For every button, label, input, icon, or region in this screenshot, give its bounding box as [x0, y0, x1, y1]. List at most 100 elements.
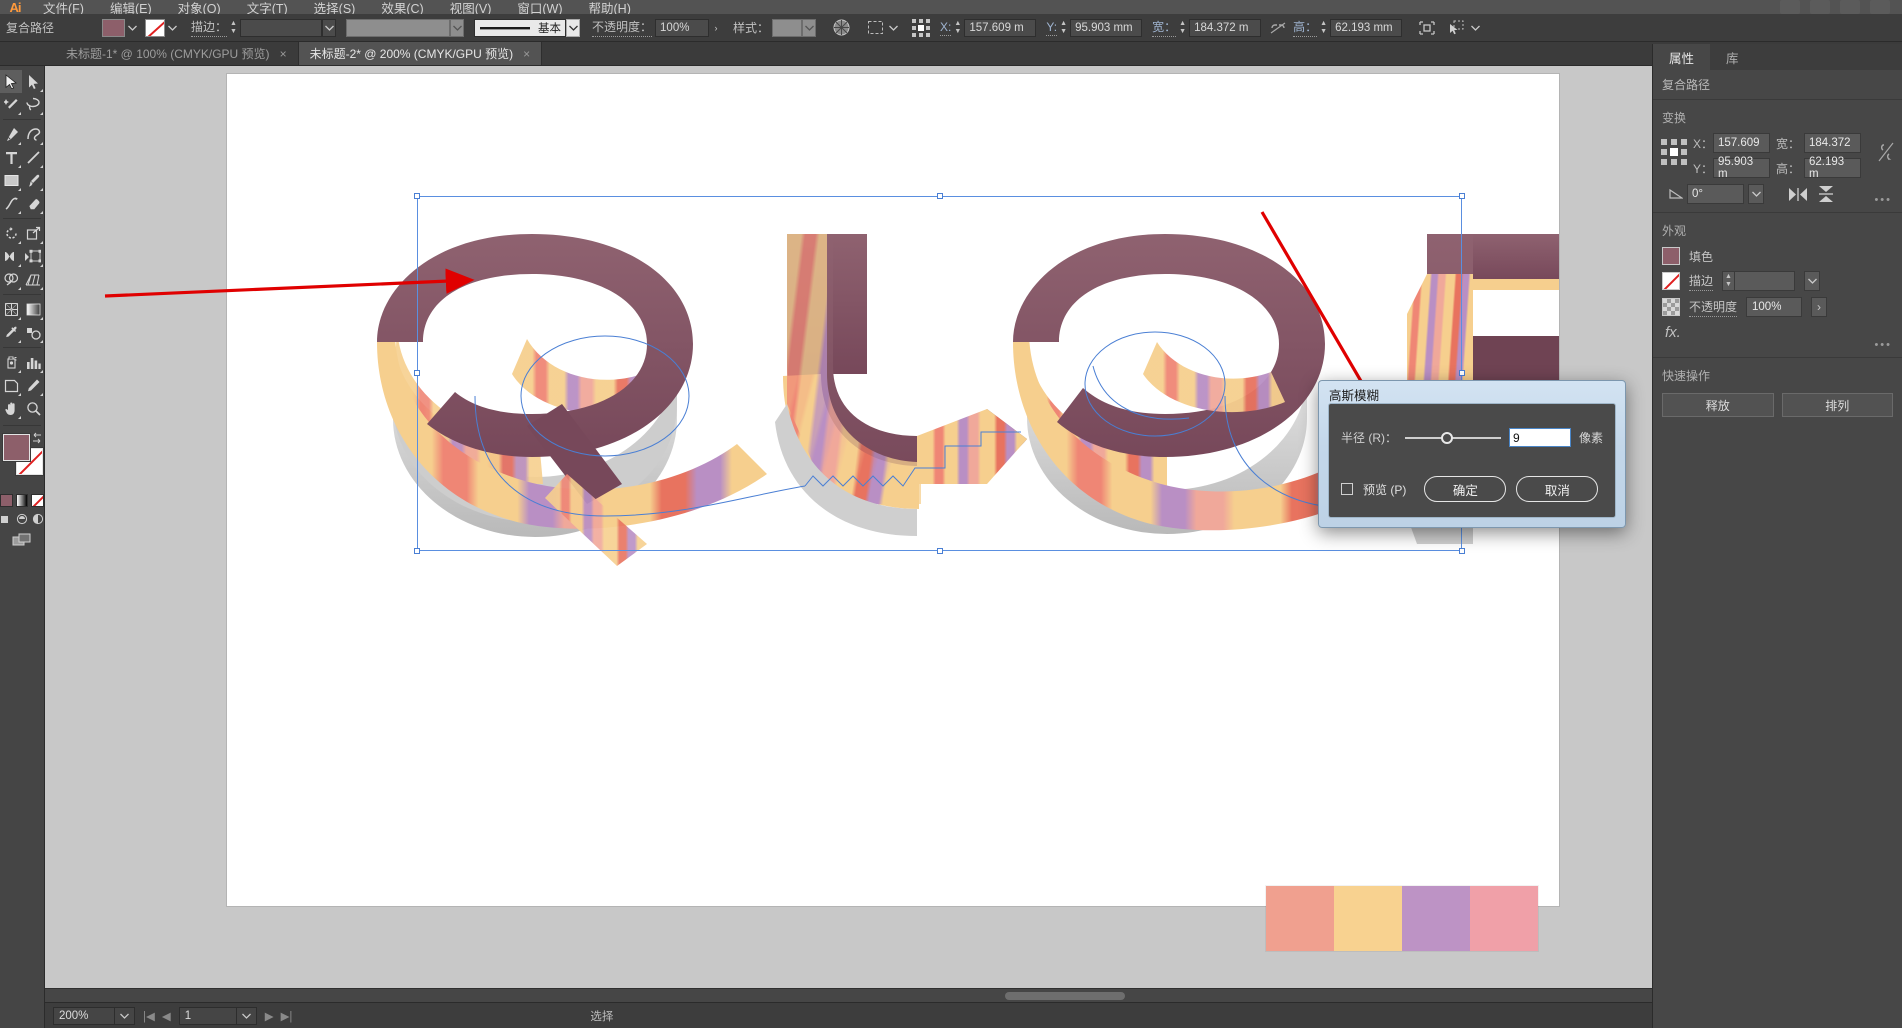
type-tool[interactable] [0, 146, 22, 169]
width-profile-chevron-icon[interactable] [566, 18, 581, 37]
perspective-grid-tool[interactable] [22, 268, 44, 291]
appearance-more-options-icon[interactable]: ••• [1874, 339, 1892, 351]
rectangle-tool[interactable] [0, 169, 22, 192]
selection-handle-br[interactable] [1459, 548, 1465, 554]
color-mode-flat-button[interactable] [0, 494, 13, 507]
close-icon[interactable]: × [280, 48, 287, 60]
selection-handle-bl[interactable] [414, 548, 420, 554]
menu-help[interactable]: 帮助(H) [576, 0, 644, 14]
last-artboard-icon[interactable]: ▶| [281, 1009, 293, 1023]
graphic-style-swatch[interactable] [772, 18, 803, 37]
artboard-number-field[interactable]: 1 [178, 1006, 237, 1025]
appearance-opacity-swatch[interactable] [1662, 298, 1680, 316]
menu-select[interactable]: 选择(S) [301, 0, 369, 14]
variable-width-profile-field[interactable]: 基本 [474, 18, 567, 37]
stroke-weight-field[interactable] [240, 18, 323, 37]
brush-definition-field[interactable] [346, 18, 451, 37]
x-coordinate-field[interactable]: 157.609 m [964, 18, 1037, 37]
screen-mode-button[interactable] [0, 533, 44, 547]
column-graph-tool[interactable] [22, 351, 44, 374]
menu-window[interactable]: 窗口(W) [504, 0, 575, 14]
stock-icon[interactable] [1810, 0, 1830, 14]
appearance-stroke-swatch[interactable] [1662, 272, 1680, 290]
menu-view[interactable]: 视图(V) [437, 0, 505, 14]
shaper-tool[interactable] [0, 192, 22, 215]
document-tab-untitled-2[interactable]: 未标题-2* @ 200% (CMYK/GPU 预览) × [298, 42, 543, 65]
flip-vertical-icon[interactable] [1814, 184, 1838, 204]
zoom-level-field[interactable]: 200% [53, 1006, 115, 1025]
stroke-weight-stepper[interactable]: ▲ ▼ [227, 19, 240, 37]
stroke-dropdown-chevron-icon[interactable] [165, 19, 179, 37]
opacity-expand-icon[interactable]: › [709, 19, 723, 37]
gaussian-blur-dialog[interactable]: 高斯模糊 半径 (R)： 9 像素 预览 (P) 确定 取消 [1318, 380, 1626, 528]
selection-handle-tr[interactable] [1459, 193, 1465, 199]
release-button[interactable]: 释放 [1662, 393, 1774, 417]
panel-x-field[interactable]: 157.609 [1713, 133, 1770, 153]
first-artboard-icon[interactable]: |◀ [143, 1009, 155, 1023]
zoom-tool[interactable] [22, 397, 44, 420]
appearance-opacity-field[interactable]: 100% [1746, 297, 1803, 317]
paintbrush-tool[interactable] [22, 169, 44, 192]
stroke-color-swatch[interactable] [145, 18, 165, 37]
eyedropper-tool[interactable] [0, 321, 22, 344]
fill-color-swatch[interactable] [102, 18, 125, 37]
arrange-button[interactable]: 排列 [1781, 393, 1893, 417]
radius-slider-knob[interactable] [1441, 431, 1454, 444]
stroke-weight-chevron-icon[interactable] [322, 18, 337, 37]
selection-bounding-box[interactable] [414, 193, 1465, 554]
magic-wand-tool[interactable] [0, 93, 22, 116]
curvature-tool[interactable] [22, 123, 44, 146]
x-stepper[interactable]: ▲ ▼ [951, 19, 964, 37]
transform-options-icon[interactable] [1416, 18, 1438, 38]
selection-handle-bc[interactable] [937, 548, 943, 554]
fill-dropdown-chevron-icon[interactable] [125, 19, 139, 37]
artboard-tool[interactable] [0, 374, 22, 397]
lasso-tool[interactable] [22, 93, 44, 116]
appearance-stroke-chevron-icon[interactable] [1804, 271, 1821, 291]
y-coordinate-field[interactable]: 95.903 mm [1070, 18, 1143, 37]
menu-object[interactable]: 对象(O) [165, 0, 234, 14]
hand-tool[interactable] [0, 397, 22, 420]
cancel-button[interactable]: 取消 [1516, 476, 1599, 502]
rotate-angle-field[interactable]: 0° [1687, 184, 1744, 204]
direct-selection-tool[interactable] [22, 70, 44, 93]
width-tool[interactable] [0, 245, 22, 268]
rotate-angle-chevron-icon[interactable] [1748, 184, 1764, 204]
zoom-level-chevron-icon[interactable] [115, 1006, 135, 1025]
selection-handle-tl[interactable] [414, 193, 420, 199]
line-segment-tool[interactable] [22, 146, 44, 169]
fill-color-indicator[interactable] [2, 433, 31, 462]
next-artboard-icon[interactable]: ▶ [265, 1009, 274, 1023]
width-stepper[interactable]: ▲ ▼ [1176, 19, 1189, 37]
workspace-switcher-icon[interactable] [1870, 0, 1890, 14]
mesh-tool[interactable] [0, 298, 22, 321]
selection-tool[interactable] [0, 70, 22, 93]
menu-effect[interactable]: 效果(C) [368, 0, 436, 14]
blend-tool[interactable] [22, 321, 44, 344]
appearance-stroke-weight-field[interactable] [1735, 271, 1796, 291]
slice-tool[interactable] [22, 374, 44, 397]
canvas-area[interactable]: ▲ ▼ [45, 66, 1826, 1002]
constrain-proportions-icon[interactable] [1267, 18, 1289, 38]
eraser-tool[interactable] [22, 192, 44, 215]
preview-checkbox[interactable] [1341, 483, 1353, 495]
close-icon[interactable]: × [523, 48, 530, 60]
previous-artboard-icon[interactable]: ◀ [162, 1009, 171, 1023]
appearance-fx-button[interactable]: fx. [1653, 320, 1902, 341]
horizontal-scroll-thumb[interactable] [1005, 992, 1125, 1000]
transform-more-options-icon[interactable]: ••• [1874, 194, 1892, 206]
brush-definition-chevron-icon[interactable] [450, 18, 465, 37]
tab-properties[interactable]: 属性 [1653, 44, 1711, 70]
select-similar-chevron-icon[interactable] [1468, 19, 1482, 37]
bridge-icon[interactable] [1780, 0, 1800, 14]
ok-button[interactable]: 确定 [1424, 476, 1507, 502]
menu-type[interactable]: 文字(T) [234, 0, 301, 14]
panel-y-field[interactable]: 95.903 m [1713, 156, 1770, 180]
artboard-number-chevron-icon[interactable] [236, 1006, 257, 1025]
appearance-stroke-label[interactable]: 描边 [1689, 272, 1714, 291]
gradient-tool[interactable] [22, 298, 44, 321]
color-mode-none-button[interactable] [31, 494, 45, 507]
radius-slider[interactable] [1405, 431, 1501, 445]
reference-point-widget[interactable] [1661, 139, 1687, 165]
selection-handle-ml[interactable] [414, 370, 420, 376]
